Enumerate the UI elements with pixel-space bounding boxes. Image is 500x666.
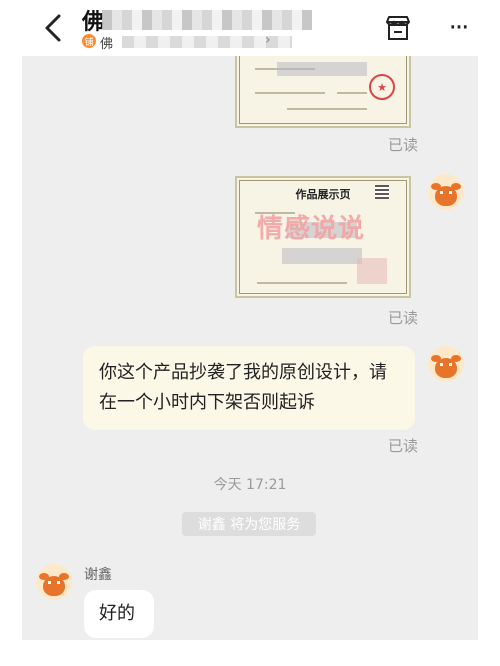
cert-text-line [257, 282, 347, 284]
shop-badge-icon: 铺 [82, 34, 96, 48]
more-icon[interactable]: ··· [440, 10, 476, 46]
avatar-icon[interactable] [428, 346, 464, 382]
shop-title: 佛 [82, 10, 105, 35]
cert-mosaic [282, 248, 362, 264]
watermark: 情感说说 [257, 214, 366, 244]
title-mosaic [102, 10, 312, 30]
read-status: 已读 [388, 309, 419, 327]
sender-name: 谢鑫 [84, 567, 112, 583]
cert-mosaic [357, 258, 387, 284]
timestamp: 今天 17:21 [213, 477, 287, 493]
system-notice: 谢鑫 将为您服务 [182, 512, 316, 536]
message-text: 你这个产品抄袭了我的原创设计，请在一个小时内下架否则起诉 [99, 362, 387, 413]
chat-area[interactable]: ★ 已读 作品展示页 情感说说 已读 你这个产品抄袭了我的原创设计，请在一个小时… [22, 56, 478, 640]
shop-subtitle: 佛 [100, 37, 114, 52]
avatar-icon[interactable] [428, 174, 464, 210]
store-icon[interactable] [383, 13, 413, 43]
seal-icon: ★ [369, 74, 395, 100]
read-status: 已读 [388, 136, 419, 154]
system-notice-text: 谢鑫 将为您服务 [197, 517, 301, 533]
cert-text-line [337, 92, 367, 94]
cert-text-line [255, 92, 325, 94]
certificate-image[interactable]: ★ [235, 56, 411, 128]
back-arrow-icon[interactable] [38, 10, 68, 46]
message-bubble-incoming[interactable]: 好的 [84, 590, 154, 638]
message-bubble-outgoing[interactable]: 你这个产品抄袭了我的原创设计，请在一个小时内下架否则起诉 [83, 346, 415, 430]
qr-code-icon [375, 185, 389, 199]
cert-mosaic [277, 62, 367, 76]
message-text: 好的 [99, 603, 135, 624]
chevron-right-icon: › [265, 32, 271, 48]
cert-text-line [287, 108, 367, 110]
shop-title-area[interactable]: 佛 铺 佛 › [82, 4, 322, 52]
read-status: 已读 [388, 437, 419, 455]
chat-header: 佛 铺 佛 › ··· [0, 0, 500, 56]
avatar-icon[interactable] [36, 564, 72, 600]
